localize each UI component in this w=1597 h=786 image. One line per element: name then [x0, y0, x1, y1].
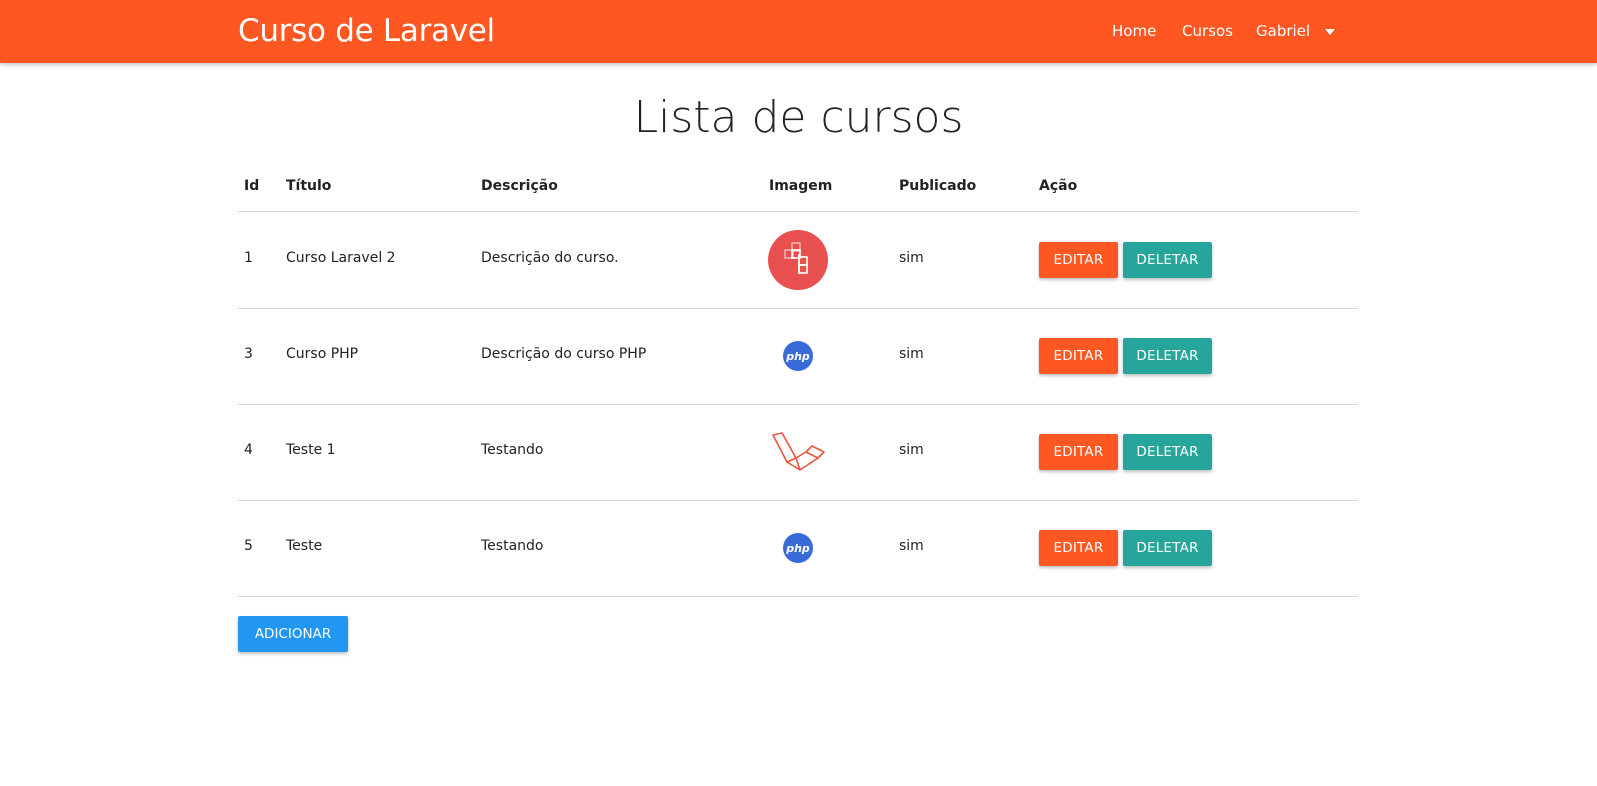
cell-publicado: sim	[899, 442, 924, 458]
header-id: Id	[244, 178, 260, 194]
svg-text:php: php	[785, 350, 810, 363]
edit-button[interactable]: EDITAR	[1039, 242, 1118, 278]
table-row: 5 Teste Testando php sim EDITAR DELETAR	[238, 500, 1358, 597]
header-imagem: Imagem	[769, 178, 833, 194]
nav-links: Home Cursos Gabriel	[0, 22, 1597, 42]
nav-home-link[interactable]: Home	[1112, 22, 1156, 40]
page-title: Lista de cursos	[633, 92, 964, 143]
php-logo-icon: php	[766, 324, 830, 388]
edit-button[interactable]: EDITAR	[1039, 338, 1118, 374]
cell-descricao: Descrição do curso.	[481, 250, 619, 266]
delete-button[interactable]: DELETAR	[1123, 530, 1212, 566]
cell-titulo: Curso Laravel 2	[286, 250, 396, 266]
svg-text:php: php	[785, 542, 810, 555]
cell-publicado: sim	[899, 250, 924, 266]
edit-button[interactable]: EDITAR	[1039, 434, 1118, 470]
table-row: 3 Curso PHP Descrição do curso PHP php s…	[238, 308, 1358, 405]
cell-id: 4	[244, 442, 253, 458]
cell-descricao: Testando	[481, 442, 544, 458]
laravel-logo-icon	[766, 420, 830, 484]
cell-titulo: Teste	[286, 538, 323, 554]
table-row: 4 Teste 1 Testando sim EDITAR DELETAR	[238, 404, 1358, 501]
cell-descricao: Testando	[481, 538, 544, 554]
cell-id: 5	[244, 538, 253, 554]
table-row: 1 Curso Laravel 2 Descrição do curso. si…	[238, 212, 1358, 309]
cell-descricao: Descrição do curso PHP	[481, 346, 647, 362]
cell-titulo: Curso PHP	[286, 346, 359, 362]
rails-style-logo-icon	[766, 228, 830, 292]
delete-button[interactable]: DELETAR	[1123, 242, 1212, 278]
delete-button[interactable]: DELETAR	[1123, 338, 1212, 374]
nav-cursos-link[interactable]: Cursos	[1182, 22, 1233, 40]
add-button[interactable]: ADICIONAR	[238, 616, 348, 652]
cell-publicado: sim	[899, 346, 924, 362]
header-titulo: Título	[286, 178, 332, 194]
cell-id: 3	[244, 346, 253, 362]
cell-id: 1	[244, 250, 253, 266]
top-navbar: Curso de Laravel Home Cursos Gabriel	[0, 0, 1597, 63]
nav-user-dropdown[interactable]: Gabriel	[1256, 22, 1310, 40]
php-logo-icon: php	[766, 516, 830, 580]
header-acao: Ação	[1039, 178, 1078, 194]
edit-button[interactable]: EDITAR	[1039, 530, 1118, 566]
header-publicado: Publicado	[899, 178, 977, 194]
header-descricao: Descrição	[481, 178, 558, 194]
caret-down-icon[interactable]	[1325, 29, 1335, 35]
delete-button[interactable]: DELETAR	[1123, 434, 1212, 470]
cell-titulo: Teste 1	[286, 442, 336, 458]
cell-publicado: sim	[899, 538, 924, 554]
